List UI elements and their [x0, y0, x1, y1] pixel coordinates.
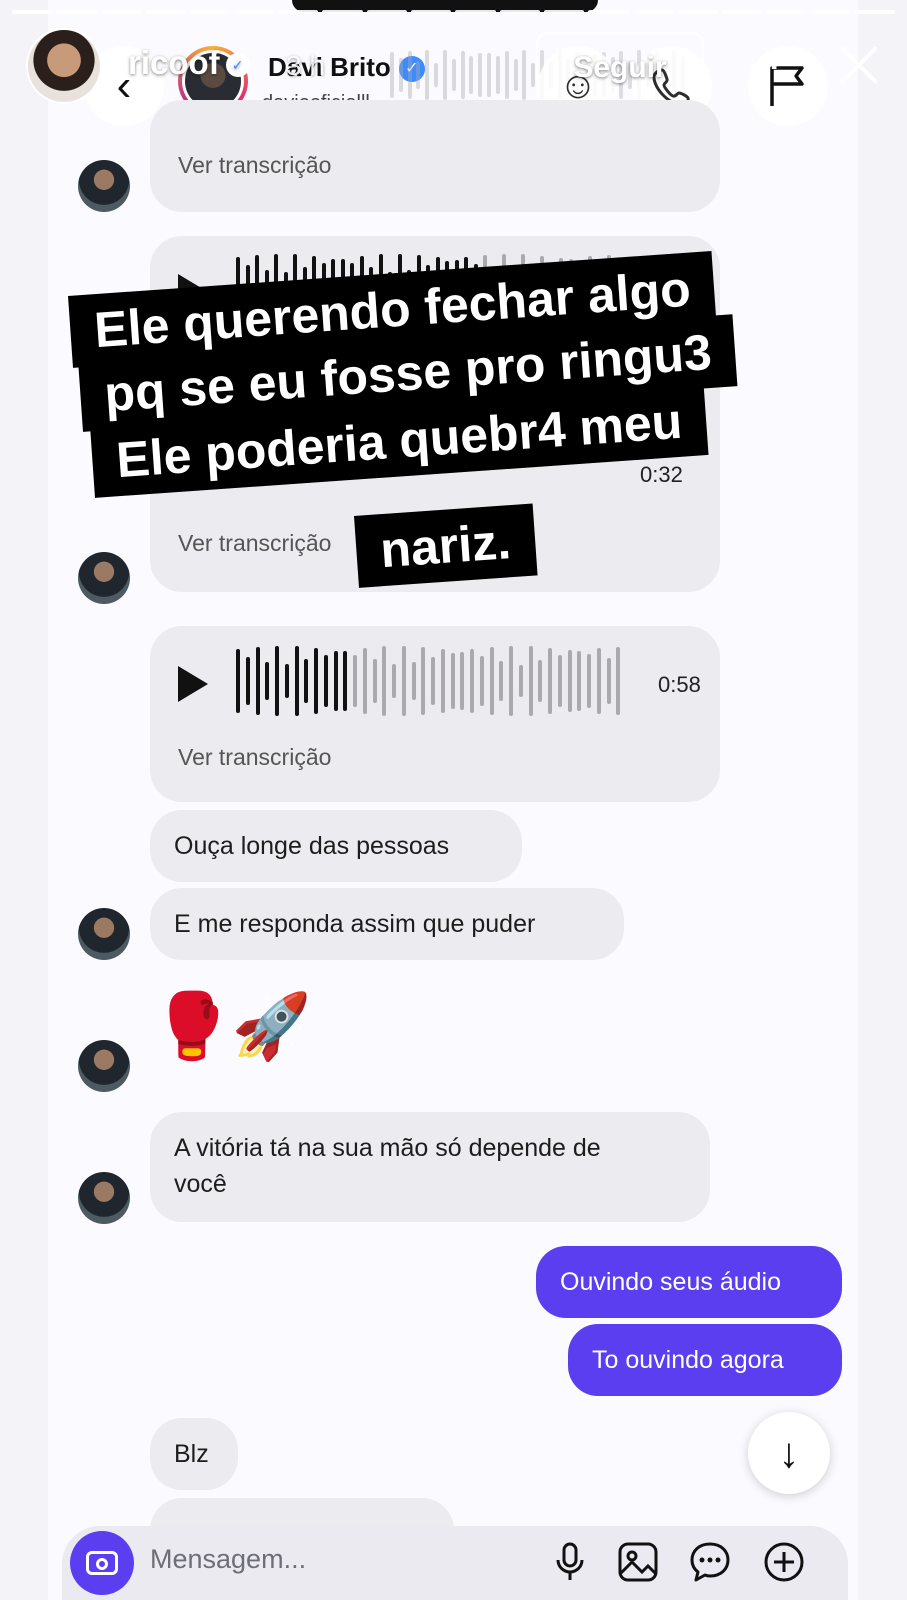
waveform-bar [421, 646, 426, 716]
waveform-bar [577, 651, 582, 711]
waveform-bar [518, 664, 523, 698]
more-options-icon[interactable]: ... [748, 40, 781, 77]
incoming-message[interactable]: A vitória tá na sua mão só depende de vo… [150, 1112, 710, 1222]
waveform-bar [343, 650, 348, 712]
story-user-avatar[interactable] [28, 30, 100, 102]
waveform-bar [236, 649, 240, 713]
waveform-bar [538, 659, 543, 703]
waveform-bar [489, 647, 494, 715]
waveform-bar [451, 59, 456, 91]
waveform-bar [479, 656, 484, 706]
waveform-bar [513, 59, 518, 91]
camera-icon [86, 1551, 118, 1575]
waveform-bar [509, 646, 513, 716]
sender-avatar[interactable] [78, 1040, 130, 1092]
sender-avatar[interactable] [78, 1172, 130, 1224]
waveform-bar [275, 646, 279, 716]
waveform-bar [499, 660, 504, 702]
scroll-to-bottom-button[interactable]: ↓ [748, 1412, 830, 1494]
view-transcript-link[interactable]: Ver transcrição [178, 152, 331, 179]
waveform-bar [616, 646, 621, 716]
waveform-bar [372, 658, 377, 704]
waveform-bar [522, 50, 527, 100]
waveform-bar [245, 657, 250, 705]
waveform-bar [470, 649, 474, 713]
waveform-bar [425, 50, 430, 100]
waveform-bar [460, 51, 465, 99]
waveform-bar [398, 57, 403, 93]
waveform-bar [531, 62, 536, 88]
waveform-bar [460, 652, 465, 710]
microphone-icon[interactable] [546, 1538, 594, 1586]
waveform-bar [596, 648, 601, 714]
story-verified-icon: ✓ [225, 53, 250, 78]
waveform-bar [440, 649, 445, 713]
sender-avatar[interactable] [78, 552, 130, 604]
waveform-bar [557, 655, 562, 707]
waveform-bar [314, 648, 318, 714]
waveform-bar [255, 646, 260, 716]
waveform-bar [504, 51, 509, 99]
waveform-bar [431, 657, 435, 705]
waveform-bar [323, 654, 328, 708]
waveform-bar [442, 50, 447, 100]
waveform-bar [265, 661, 270, 701]
sticker-icon[interactable] [686, 1538, 734, 1586]
voice-waveform[interactable] [236, 646, 626, 720]
gallery-icon[interactable] [614, 1538, 662, 1586]
close-icon[interactable] [834, 40, 884, 90]
waveform-bar [392, 663, 396, 699]
outgoing-message[interactable]: Ouvindo seus áudio [536, 1246, 842, 1318]
waveform-bar [567, 650, 572, 712]
voice-message[interactable]: Ver transcrição [150, 100, 720, 212]
incoming-message[interactable]: Blz [150, 1418, 238, 1490]
waveform-bar [487, 53, 492, 97]
waveform-bar [587, 653, 591, 709]
sender-avatar[interactable] [78, 908, 130, 960]
incoming-message[interactable]: E me responda assim que puder [150, 888, 624, 960]
waveform-bar [284, 663, 289, 699]
play-icon[interactable] [178, 666, 208, 702]
waveform-bar [294, 646, 299, 716]
waveform-bar [382, 646, 387, 716]
waveform-bar [362, 648, 367, 714]
waveform-bar [411, 661, 416, 701]
waveform-bar [304, 658, 309, 704]
message-input[interactable]: Mensagem... [150, 1544, 306, 1575]
emoji-message[interactable]: 🥊🚀 [152, 994, 311, 1058]
voice-duration: 0:58 [658, 672, 701, 697]
waveform-bar [548, 647, 552, 715]
waveform-bar [469, 56, 474, 94]
camera-button[interactable] [70, 1531, 134, 1595]
voice-message[interactable]: 0:58 Ver transcrição [150, 626, 720, 802]
follow-button[interactable]: Seguir [536, 32, 704, 104]
arrow-down-icon: ↓ [778, 1429, 800, 1476]
story-username[interactable]: ricoof ✓ [128, 44, 250, 82]
waveform-bar [478, 53, 483, 97]
waveform-bar [353, 654, 357, 708]
view-transcript-link[interactable]: Ver transcrição [178, 744, 331, 771]
sticker-line: nariz. [354, 503, 538, 588]
waveform-bar [606, 658, 611, 704]
waveform-bar [333, 650, 338, 712]
waveform-bar [450, 652, 455, 710]
story-progress-bar [12, 10, 895, 14]
voice-duration: 0:32 [640, 462, 683, 487]
waveform-bar [528, 646, 533, 716]
waveform-bar [495, 56, 500, 94]
story-timestamp: 3 h [286, 50, 325, 81]
incoming-message[interactable]: Ouça longe das pessoas [150, 810, 522, 882]
waveform-bar [401, 646, 406, 716]
sender-avatar[interactable] [78, 160, 130, 212]
waveform-bar [407, 50, 412, 100]
waveform-bar [390, 52, 394, 98]
waveform-bar [416, 61, 421, 89]
view-transcript-link[interactable]: Ver transcrição [178, 530, 331, 557]
add-icon[interactable] [760, 1538, 808, 1586]
outgoing-message[interactable]: To ouvindo agora [568, 1324, 842, 1396]
waveform-bar [434, 62, 439, 88]
